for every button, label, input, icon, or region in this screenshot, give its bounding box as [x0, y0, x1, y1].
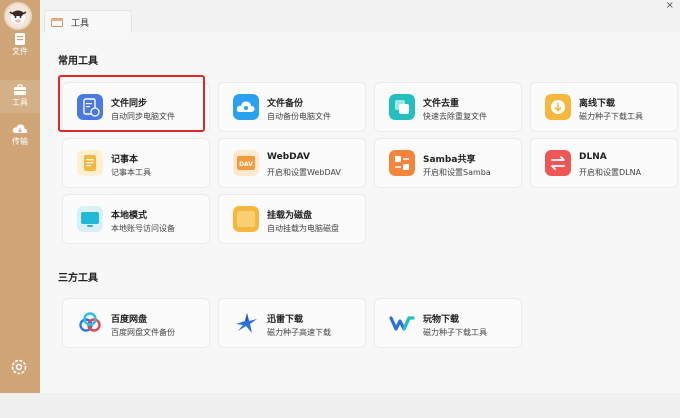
section-title-common: 常用工具	[58, 56, 98, 67]
local-mode-icon	[77, 206, 103, 232]
toolbox-icon	[14, 84, 26, 95]
section-title-third-party: 三方工具	[58, 273, 98, 284]
tool-title: 本地模式	[111, 211, 148, 221]
tool-desc: 磁力种子下载工具	[579, 112, 643, 121]
tool-card-wanwu[interactable]: 玩物下载 磁力种子下载工具	[374, 298, 522, 348]
offline-download-icon	[545, 94, 571, 120]
sidebar-item-transfer[interactable]: 传输	[0, 122, 40, 147]
settings-gear-icon[interactable]	[10, 358, 28, 376]
tool-desc: 开启和设置Samba	[423, 168, 491, 177]
toolbox-icon	[51, 18, 63, 27]
window-close-button[interactable]: ×	[666, 0, 674, 11]
tool-desc: 记事本工具	[111, 168, 151, 177]
tool-card-baidu-netdisk[interactable]: 百度网盘 百度网盘文件备份	[62, 298, 210, 348]
baidu-netdisk-icon	[79, 312, 101, 332]
notepad-icon	[77, 150, 103, 176]
tool-title: 玩物下载	[423, 315, 460, 325]
tool-desc: 磁力种子下载工具	[423, 328, 487, 337]
tool-card-mount-disk[interactable]: 挂载为磁盘 自动挂载为电脑磁盘	[218, 194, 366, 244]
tool-title: Samba共享	[423, 155, 476, 165]
tool-title: 离线下载	[579, 99, 616, 109]
tool-card-xunlei[interactable]: 迅雷下载 磁力种子高速下载	[218, 298, 366, 348]
tool-card-offline-download[interactable]: 离线下载 磁力种子下载工具	[530, 82, 678, 132]
tab-tools[interactable]: 工具	[44, 10, 132, 33]
tool-title: WebDAV	[267, 152, 310, 162]
tool-desc: 快速去除重复文件	[423, 112, 487, 121]
sidebar-item-tools[interactable]: 工具	[0, 80, 40, 113]
webdav-icon: DAV	[233, 150, 259, 176]
tool-title: 挂载为磁盘	[267, 211, 313, 221]
main-panel: 工具 × 常用工具 文件同步 自动同步电脑文件 文件备份 自动备份电脑文件 文件…	[40, 0, 680, 393]
sidebar-item-label: 文件	[12, 47, 28, 56]
tab-bar: 工具 ×	[40, 0, 680, 33]
tool-title: DLNA	[579, 152, 607, 162]
tool-card-webdav[interactable]: DAV WebDAV 开启和设置WebDAV	[218, 138, 366, 188]
wanwu-icon	[389, 316, 415, 331]
tool-card-samba[interactable]: Samba共享 开启和设置Samba	[374, 138, 522, 188]
mount-disk-icon	[233, 206, 259, 232]
cloud-transfer-icon	[12, 124, 28, 133]
sidebar-item-files[interactable]: 文件	[0, 32, 40, 57]
tool-desc: 百度网盘文件备份	[111, 328, 175, 337]
cloud-backup-icon	[233, 94, 259, 120]
tool-card-file-backup[interactable]: 文件备份 自动备份电脑文件	[218, 82, 366, 132]
file-icon	[15, 33, 25, 45]
sidebar-item-label: 传输	[12, 137, 28, 146]
tool-desc: 自动备份电脑文件	[267, 112, 331, 121]
tool-title: 记事本	[111, 155, 139, 165]
tool-card-notepad[interactable]: 记事本 记事本工具	[62, 138, 210, 188]
tool-title: 文件去重	[423, 99, 460, 109]
tool-desc: 磁力种子高速下载	[267, 328, 331, 337]
tool-desc: 开启和设置DLNA	[579, 168, 642, 177]
samba-icon	[389, 150, 415, 176]
tool-card-dlna[interactable]: DLNA 开启和设置DLNA	[530, 138, 678, 188]
tool-card-local-mode[interactable]: 本地模式 本地账号访问设备	[62, 194, 210, 244]
tool-title: 百度网盘	[111, 315, 148, 325]
dedupe-icon	[389, 94, 415, 120]
svg-text:DAV: DAV	[239, 161, 253, 168]
dlna-icon	[545, 150, 571, 176]
tool-desc: 本地账号访问设备	[111, 224, 175, 233]
sidebar: 文件 工具 传输	[0, 0, 40, 393]
tool-title: 迅雷下载	[267, 315, 304, 325]
tool-title: 文件备份	[267, 99, 304, 109]
avatar[interactable]	[4, 2, 32, 30]
sidebar-item-label: 工具	[12, 98, 28, 107]
tool-desc: 开启和设置WebDAV	[267, 168, 341, 177]
bottom-strip	[0, 393, 680, 418]
tab-label: 工具	[71, 19, 90, 29]
highlight-box	[58, 75, 205, 132]
xunlei-icon	[236, 313, 257, 333]
cow-avatar-icon	[9, 10, 27, 24]
tool-card-file-dedupe[interactable]: 文件去重 快速去除重复文件	[374, 82, 522, 132]
tool-desc: 自动挂载为电脑磁盘	[267, 224, 339, 233]
